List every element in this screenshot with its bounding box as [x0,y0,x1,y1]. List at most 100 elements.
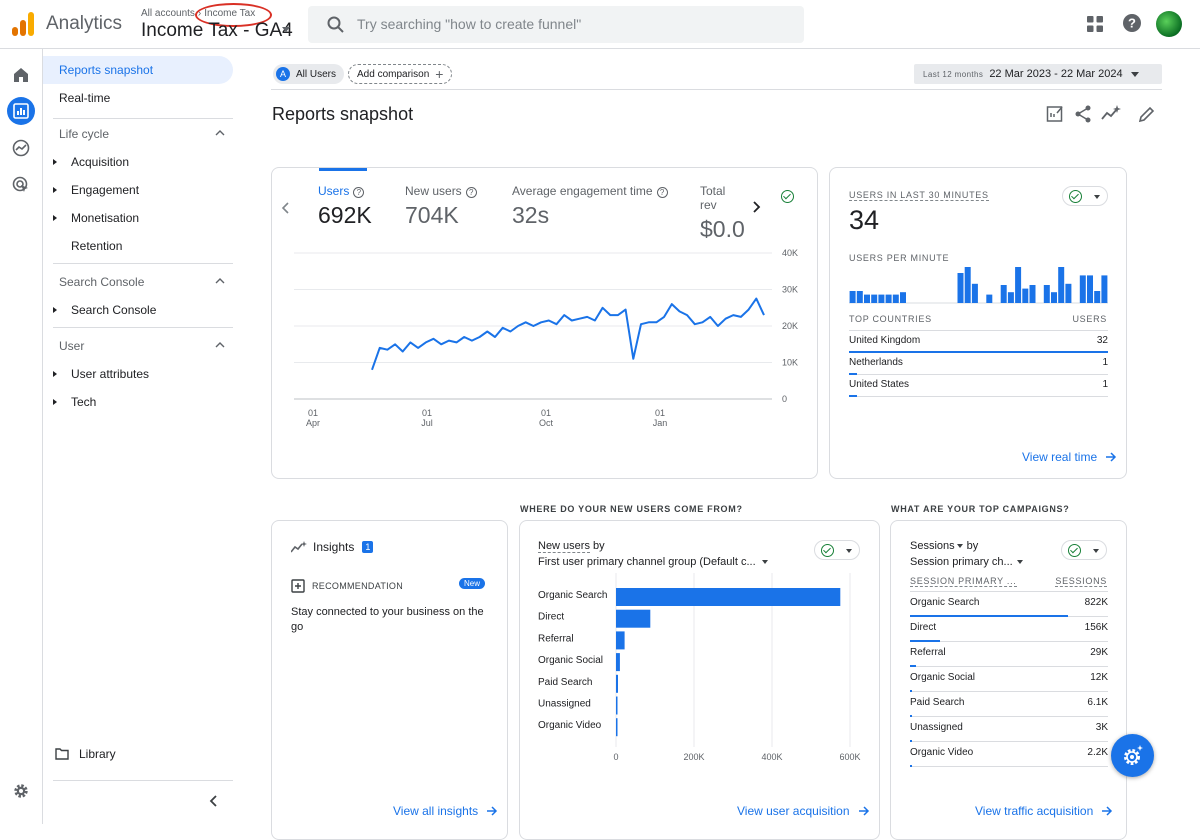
analytics-logo-icon[interactable] [12,12,34,36]
edit-pencil-icon[interactable] [1137,104,1157,124]
metric-tab-total-revenue[interactable]: Total rev $0.0 [700,184,744,238]
channel-bar[interactable] [616,653,620,672]
search-input[interactable] [357,14,777,34]
segment-chip[interactable]: A All Users [273,64,345,84]
minute-bar[interactable] [971,283,978,303]
channel-bar[interactable] [616,609,651,628]
minute-bar[interactable] [957,273,964,303]
menu-item-tech[interactable]: Tech [53,395,96,409]
search-bar[interactable] [308,6,804,43]
minute-bar[interactable] [1079,275,1086,303]
dimension-selector[interactable]: First user primary channel group (Defaul… [538,556,768,568]
country-row[interactable]: United Kingdom 32 [849,331,1108,353]
minute-bar[interactable] [871,294,878,303]
minute-bar[interactable] [892,294,899,303]
dimension-column-header[interactable]: SESSION PRIMARY ... [910,576,1017,587]
minute-bar[interactable] [986,294,993,303]
all-accounts-link[interactable]: All accounts [141,8,195,19]
minute-bar[interactable] [849,291,856,303]
minute-bar[interactable] [1051,292,1057,303]
menu-item-acquisition[interactable]: Acquisition [53,155,129,169]
avatar[interactable] [1156,11,1182,37]
minute-bar[interactable] [964,267,971,303]
menu-item-retention[interactable]: Retention [53,239,122,253]
campaigns-options-dropdown[interactable] [1061,540,1107,560]
view-user-acquisition-link[interactable]: View user acquisition [737,804,870,818]
customize-report-icon[interactable] [1045,104,1065,124]
home-nav-button[interactable] [7,61,35,89]
view-realtime-link[interactable]: View real time [1022,450,1117,464]
table-row[interactable]: Unassigned 3K [910,717,1108,742]
sessions-column-header[interactable]: SESSIONS [1055,576,1107,587]
metric-selector[interactable]: New users [538,540,590,553]
table-row[interactable]: Organic Video 2.2K [910,742,1108,767]
menu-section-search-console[interactable]: Search Console [59,275,225,289]
explore-nav-button[interactable] [7,134,35,162]
menu-item-engagement[interactable]: Engagement [53,183,139,197]
dimension-selector[interactable]: Session primary ch... [910,556,1023,568]
channel-bar[interactable] [616,696,618,715]
data-quality-check-icon[interactable] [778,187,798,207]
minute-bar[interactable] [1029,285,1036,303]
minute-bar[interactable] [878,294,885,303]
minute-bar[interactable] [864,294,870,303]
minute-bar[interactable] [1043,285,1050,303]
property-selector[interactable]: Income Tax - GA4 [141,20,293,42]
metric-tab-users[interactable]: Users? 692K [318,184,372,229]
minute-bar[interactable] [1094,291,1101,303]
menu-item-library[interactable]: Library [55,747,116,761]
minute-bar[interactable] [1000,285,1007,303]
minute-bar[interactable] [1022,288,1029,303]
help-icon[interactable]: ? [465,187,477,198]
help-icon[interactable]: ? [656,187,668,198]
country-row[interactable]: Netherlands 1 [849,353,1108,375]
chevron-left-icon[interactable] [281,201,291,215]
menu-item-monetisation[interactable]: Monetisation [53,211,139,225]
metric-selector[interactable]: Sessions [910,540,955,552]
metric-tab-new-users[interactable]: New users? 704K [405,184,477,229]
minute-bar[interactable] [1087,275,1093,303]
assistant-fab-button[interactable] [1111,734,1154,777]
table-row[interactable]: Direct 156K [910,617,1108,642]
help-icon[interactable]: ? [353,187,365,198]
menu-item-search-console[interactable]: Search Console [53,303,156,317]
chevron-right-icon[interactable] [751,200,761,214]
realtime-options-dropdown[interactable] [1062,186,1108,206]
view-all-insights-link[interactable]: View all insights [393,804,498,818]
channel-bar[interactable] [616,718,618,737]
insights-sparkle-icon[interactable] [1101,104,1121,124]
minute-bar[interactable] [856,291,863,303]
channel-bar[interactable] [616,631,625,650]
date-range-picker[interactable]: Last 12 months 22 Mar 2023 - 22 Mar 2024 [914,64,1162,84]
add-comparison-button[interactable]: Add comparison + [348,64,453,84]
advertising-nav-button[interactable] [7,171,35,199]
minute-bar[interactable] [1007,292,1014,303]
admin-nav-button[interactable] [7,777,35,805]
help-icon[interactable]: ? [1122,13,1142,33]
table-row[interactable]: Organic Search 822K [910,592,1108,617]
minute-bar[interactable] [900,292,906,303]
metric-tab-avg-engagement[interactable]: Average engagement time? 32s [512,184,668,229]
menu-item-real-time[interactable]: Real-time [43,84,233,112]
view-traffic-acquisition-link[interactable]: View traffic acquisition [975,804,1113,818]
dropdown-icon[interactable] [956,544,963,548]
minute-bar[interactable] [1015,267,1022,303]
menu-item-user-attributes[interactable]: User attributes [53,367,149,381]
menu-section-life-cycle[interactable]: Life cycle [59,127,225,141]
table-row[interactable]: Organic Social 12K [910,667,1108,692]
channel-bar[interactable] [616,674,618,693]
table-row[interactable]: Referral 29K [910,642,1108,667]
acquisition-options-dropdown[interactable] [814,540,860,560]
minute-bar[interactable] [1058,267,1065,303]
recommendation-text[interactable]: Stay connected to your business on the g… [291,605,491,635]
share-icon[interactable] [1073,104,1093,124]
channel-bar[interactable] [616,588,841,606]
country-row[interactable]: United States 1 [849,375,1108,397]
menu-section-user[interactable]: User [59,339,225,353]
table-row[interactable]: Paid Search 6.1K [910,692,1108,717]
users-series-line[interactable] [371,297,765,371]
minute-bar[interactable] [1065,283,1072,303]
menu-item-reports-snapshot[interactable]: Reports snapshot [43,56,233,84]
property-dropdown-icon[interactable] [282,27,290,32]
apps-grid-icon[interactable] [1086,15,1104,33]
